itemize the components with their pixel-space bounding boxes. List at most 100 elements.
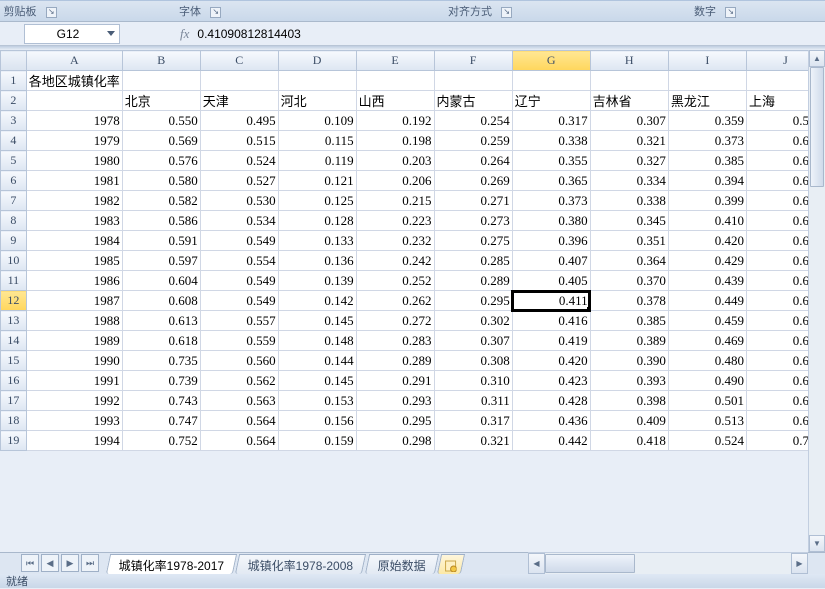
cell-G15[interactable]: 0.420 xyxy=(512,351,590,371)
cell-D17[interactable]: 0.153 xyxy=(278,391,356,411)
cell-F11[interactable]: 0.289 xyxy=(434,271,512,291)
cell-H4[interactable]: 0.321 xyxy=(590,131,668,151)
cell-header[interactable]: 黑龙江 xyxy=(668,91,746,111)
scroll-left-button[interactable]: ◀ xyxy=(528,553,545,574)
cell-H16[interactable]: 0.393 xyxy=(590,371,668,391)
cell-H5[interactable]: 0.327 xyxy=(590,151,668,171)
cell-G14[interactable]: 0.419 xyxy=(512,331,590,351)
scroll-track[interactable] xyxy=(545,553,791,574)
cell-D13[interactable]: 0.145 xyxy=(278,311,356,331)
cell-I12[interactable]: 0.449 xyxy=(668,291,746,311)
cell-C12[interactable]: 0.549 xyxy=(200,291,278,311)
expand-icon[interactable]: ↘ xyxy=(501,7,512,18)
cell-H9[interactable]: 0.351 xyxy=(590,231,668,251)
col-header-F[interactable]: F xyxy=(434,51,512,71)
expand-icon[interactable]: ↘ xyxy=(210,7,221,18)
col-header-B[interactable]: B xyxy=(122,51,200,71)
cell-B8[interactable]: 0.586 xyxy=(122,211,200,231)
col-header-C[interactable]: C xyxy=(200,51,278,71)
scroll-down-button[interactable]: ▼ xyxy=(809,535,825,552)
row-header-11[interactable]: 11 xyxy=(1,271,27,291)
cell[interactable] xyxy=(356,71,434,91)
cell-D7[interactable]: 0.125 xyxy=(278,191,356,211)
row-header-17[interactable]: 17 xyxy=(1,391,27,411)
scroll-thumb[interactable] xyxy=(810,67,824,187)
cell-B19[interactable]: 0.752 xyxy=(122,431,200,451)
cell-I16[interactable]: 0.490 xyxy=(668,371,746,391)
cell-F10[interactable]: 0.285 xyxy=(434,251,512,271)
cell-C11[interactable]: 0.549 xyxy=(200,271,278,291)
cell-B10[interactable]: 0.597 xyxy=(122,251,200,271)
cell[interactable] xyxy=(278,71,356,91)
sheet-tab-1[interactable]: 城镇化率1978-2008 xyxy=(235,554,367,574)
cell-F9[interactable]: 0.275 xyxy=(434,231,512,251)
cell-E14[interactable]: 0.283 xyxy=(356,331,434,351)
cell-I11[interactable]: 0.439 xyxy=(668,271,746,291)
cell-E16[interactable]: 0.291 xyxy=(356,371,434,391)
cell-D4[interactable]: 0.115 xyxy=(278,131,356,151)
cell-A14[interactable]: 1989 xyxy=(26,331,122,351)
cell-G18[interactable]: 0.436 xyxy=(512,411,590,431)
cell-D19[interactable]: 0.159 xyxy=(278,431,356,451)
new-sheet-tab[interactable] xyxy=(437,554,465,574)
cell-B15[interactable]: 0.735 xyxy=(122,351,200,371)
row-header-8[interactable]: 8 xyxy=(1,211,27,231)
cell-A19[interactable]: 1994 xyxy=(26,431,122,451)
cell-F3[interactable]: 0.254 xyxy=(434,111,512,131)
cell-I14[interactable]: 0.469 xyxy=(668,331,746,351)
cell-I8[interactable]: 0.410 xyxy=(668,211,746,231)
cell-C4[interactable]: 0.515 xyxy=(200,131,278,151)
cell-G11[interactable]: 0.405 xyxy=(512,271,590,291)
cell-A18[interactable]: 1993 xyxy=(26,411,122,431)
cell-A6[interactable]: 1981 xyxy=(26,171,122,191)
cell[interactable] xyxy=(668,71,746,91)
row-header-3[interactable]: 3 xyxy=(1,111,27,131)
cell-C7[interactable]: 0.530 xyxy=(200,191,278,211)
cell-A7[interactable]: 1982 xyxy=(26,191,122,211)
formula-area[interactable]: fx 0.41090812814403 xyxy=(180,26,301,42)
sheet-tab-2[interactable]: 原始数据 xyxy=(365,554,439,574)
cell-A10[interactable]: 1985 xyxy=(26,251,122,271)
cell-F13[interactable]: 0.302 xyxy=(434,311,512,331)
cell-C18[interactable]: 0.564 xyxy=(200,411,278,431)
row-header-6[interactable]: 6 xyxy=(1,171,27,191)
cell-B6[interactable]: 0.580 xyxy=(122,171,200,191)
cell[interactable] xyxy=(512,71,590,91)
cell-A4[interactable]: 1979 xyxy=(26,131,122,151)
cell-A13[interactable]: 1988 xyxy=(26,311,122,331)
cell-E12[interactable]: 0.262 xyxy=(356,291,434,311)
tab-nav-1[interactable]: ◀ xyxy=(41,554,59,572)
cell-C10[interactable]: 0.554 xyxy=(200,251,278,271)
select-all-corner[interactable] xyxy=(1,51,27,71)
cell-G7[interactable]: 0.373 xyxy=(512,191,590,211)
cell-G4[interactable]: 0.338 xyxy=(512,131,590,151)
cell-B11[interactable]: 0.604 xyxy=(122,271,200,291)
col-header-E[interactable]: E xyxy=(356,51,434,71)
row-header-18[interactable]: 18 xyxy=(1,411,27,431)
cell-header[interactable]: 天津 xyxy=(200,91,278,111)
cell-G6[interactable]: 0.365 xyxy=(512,171,590,191)
cell-C9[interactable]: 0.549 xyxy=(200,231,278,251)
cell-E18[interactable]: 0.295 xyxy=(356,411,434,431)
cell-F14[interactable]: 0.307 xyxy=(434,331,512,351)
scroll-right-button[interactable]: ▶ xyxy=(791,553,808,574)
cell-F7[interactable]: 0.271 xyxy=(434,191,512,211)
cell-I9[interactable]: 0.420 xyxy=(668,231,746,251)
cell-A3[interactable]: 1978 xyxy=(26,111,122,131)
cell-H13[interactable]: 0.385 xyxy=(590,311,668,331)
cell-F12[interactable]: 0.295 xyxy=(434,291,512,311)
cell-F6[interactable]: 0.269 xyxy=(434,171,512,191)
cell-A9[interactable]: 1984 xyxy=(26,231,122,251)
cell-B5[interactable]: 0.576 xyxy=(122,151,200,171)
row-header-15[interactable]: 15 xyxy=(1,351,27,371)
cell-A12[interactable]: 1987 xyxy=(26,291,122,311)
scroll-up-button[interactable]: ▲ xyxy=(809,50,825,67)
col-header-I[interactable]: I xyxy=(668,51,746,71)
name-box[interactable]: G12 xyxy=(24,24,120,44)
sheet-tab-0[interactable]: 城镇化率1978-2017 xyxy=(106,554,238,574)
row-header-12[interactable]: 12 xyxy=(1,291,27,311)
row-header-10[interactable]: 10 xyxy=(1,251,27,271)
expand-icon[interactable]: ↘ xyxy=(725,7,736,18)
cell-G9[interactable]: 0.396 xyxy=(512,231,590,251)
cell-header[interactable]: 辽宁 xyxy=(512,91,590,111)
